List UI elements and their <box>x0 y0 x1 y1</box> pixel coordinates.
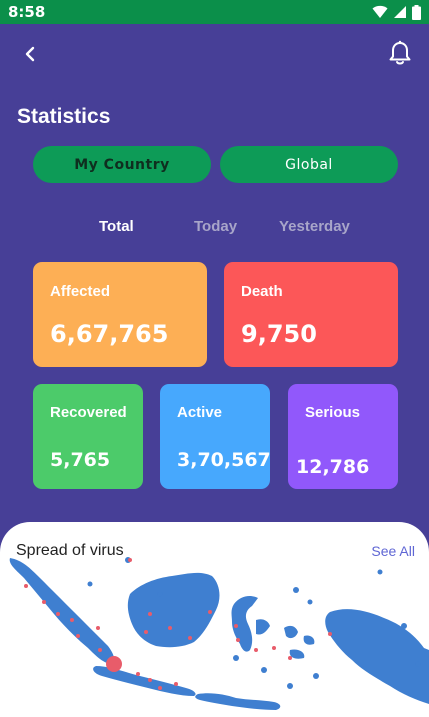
case-marker <box>208 610 212 614</box>
island-small <box>307 599 313 605</box>
notifications-button[interactable] <box>385 38 415 68</box>
recovered-card[interactable]: Recovered 5,765 <box>33 384 143 489</box>
island-papua <box>325 609 429 704</box>
death-label: Death <box>241 283 283 300</box>
island-sulawesi <box>231 596 270 652</box>
island-java <box>93 666 196 696</box>
island-small <box>377 569 383 575</box>
case-marker <box>148 678 152 682</box>
case-marker <box>144 630 148 634</box>
my-country-button[interactable]: My Country <box>33 146 211 183</box>
spread-panel: Spread of virus See All <box>0 522 429 717</box>
wifi-icon <box>372 5 388 18</box>
case-marker <box>148 612 152 616</box>
status-icons <box>372 4 421 20</box>
island-maluku <box>284 625 315 659</box>
case-marker <box>76 634 80 638</box>
status-bar: 8:58 <box>0 0 429 24</box>
death-value: 9,750 <box>241 320 317 348</box>
case-marker <box>98 648 102 652</box>
affected-label: Affected <box>50 283 111 300</box>
case-marker <box>24 584 28 588</box>
case-marker <box>174 682 178 686</box>
tab-today[interactable]: Today <box>194 218 237 235</box>
case-marker <box>236 638 240 642</box>
period-tabs: Total Today Yesterday <box>0 218 429 240</box>
active-label: Active <box>177 404 223 421</box>
case-marker <box>70 618 74 622</box>
map-landmass <box>9 557 429 710</box>
scope-toggle: My Country Global <box>33 146 398 183</box>
island-small <box>313 673 319 679</box>
case-marker <box>254 648 258 652</box>
island-small <box>261 667 267 673</box>
island-borneo <box>127 572 220 648</box>
case-marker <box>168 626 172 630</box>
case-marker <box>328 632 332 636</box>
island-small <box>233 655 239 661</box>
serious-card[interactable]: Serious 12,786 <box>288 384 398 489</box>
island-small <box>287 683 293 689</box>
case-marker <box>234 624 238 628</box>
island-small <box>293 587 299 593</box>
recovered-value: 5,765 <box>50 449 111 471</box>
indonesia-map[interactable] <box>0 554 429 717</box>
tab-total[interactable]: Total <box>99 218 134 235</box>
island-small <box>157 591 163 597</box>
island-sumatra <box>9 558 115 664</box>
top-bar <box>0 36 429 72</box>
bell-icon <box>389 40 411 65</box>
page-title: Statistics <box>17 105 111 128</box>
case-marker <box>128 558 132 562</box>
island-nusa-tenggara <box>195 693 281 710</box>
case-marker <box>106 656 122 672</box>
back-button[interactable] <box>16 40 44 68</box>
case-marker <box>42 600 46 604</box>
active-card[interactable]: Active 3,70,567 <box>160 384 271 489</box>
status-time: 8:58 <box>8 3 46 21</box>
active-value: 3,70,567 <box>177 449 271 471</box>
island-small <box>87 581 93 587</box>
case-marker <box>272 646 276 650</box>
case-marker <box>56 612 60 616</box>
island-small <box>401 623 407 629</box>
island-small <box>415 661 421 667</box>
affected-card[interactable]: Affected 6,67,765 <box>33 262 207 367</box>
recovered-label: Recovered <box>50 404 127 421</box>
serious-label: Serious <box>305 404 361 421</box>
battery-icon <box>412 4 421 20</box>
case-marker <box>288 656 292 660</box>
case-marker <box>188 636 192 640</box>
global-button[interactable]: Global <box>220 146 398 183</box>
death-card[interactable]: Death 9,750 <box>224 262 398 367</box>
chevron-left-icon <box>25 46 35 62</box>
case-marker <box>96 626 100 630</box>
affected-value: 6,67,765 <box>50 320 169 348</box>
signal-icon <box>394 6 406 18</box>
case-marker <box>158 686 162 690</box>
tab-yesterday[interactable]: Yesterday <box>279 218 350 235</box>
serious-value: 12,786 <box>296 456 370 478</box>
case-marker <box>136 672 140 676</box>
